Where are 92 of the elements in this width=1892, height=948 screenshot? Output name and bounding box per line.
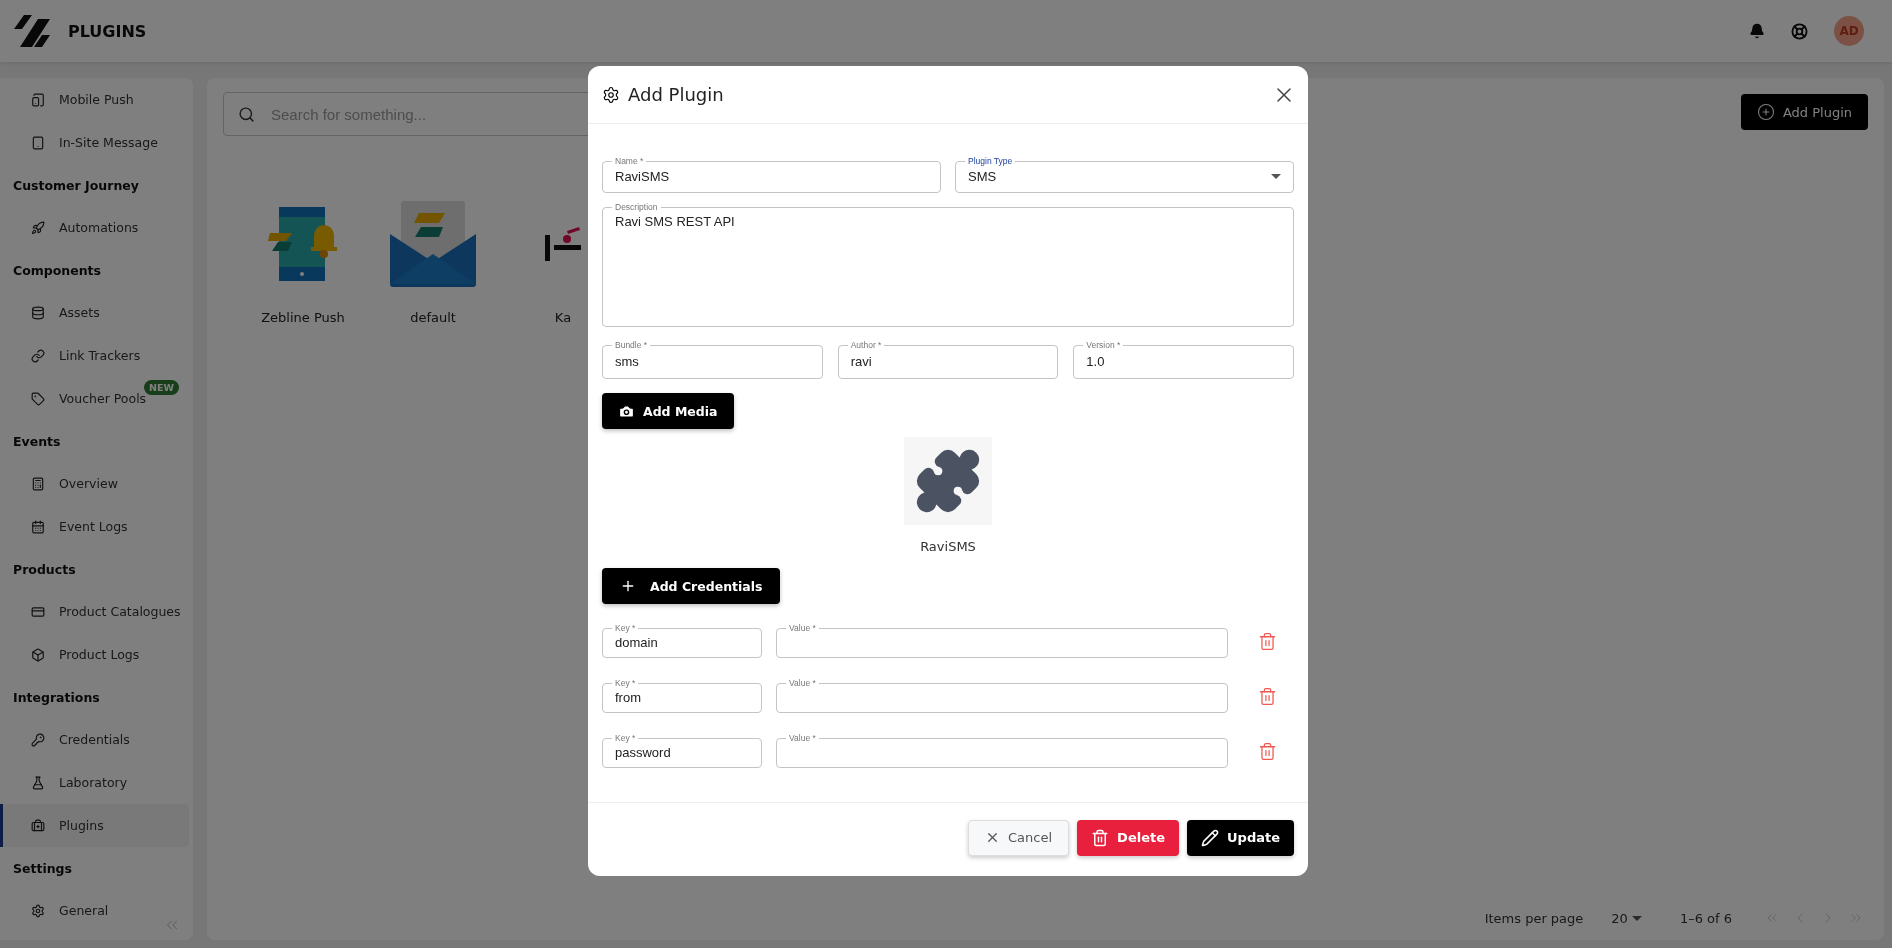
sidebar-item[interactable]: Overview [0, 462, 189, 505]
dropdown-caret-icon [1271, 173, 1281, 179]
sidebar-item[interactable]: Mobile Push [0, 78, 189, 121]
input-field[interactable]: Bundle * sms [602, 341, 823, 379]
sidebar-item[interactable]: Product Catalogues [0, 590, 189, 633]
card-icon [31, 604, 45, 619]
tablet-icon [31, 135, 45, 150]
sidebar-item[interactable]: Link Trackers [0, 334, 189, 377]
sidebar-item[interactable]: Laboratory [0, 761, 189, 804]
key-field[interactable]: Key * password [602, 734, 762, 768]
value-field[interactable]: Value * [776, 734, 1228, 768]
sidebar-item-label: In-Site Message [59, 135, 158, 150]
phone-tablet-icon [31, 92, 45, 107]
plus-icon [620, 578, 636, 594]
page-title: PLUGINS [68, 21, 147, 41]
sidebar-item[interactable]: Plugins [0, 804, 189, 847]
sidebar-item[interactable]: Product Logs [0, 633, 189, 676]
plugin-name: default [410, 310, 456, 325]
settings-icon [602, 85, 620, 104]
sidebar-item[interactable]: Credentials [0, 718, 189, 761]
link-icon [31, 348, 45, 363]
select-field[interactable]: Plugin Type SMS [955, 157, 1294, 193]
add-credentials-button[interactable]: Add Credentials [602, 568, 781, 604]
sidebar-item-label: Product Logs [59, 647, 140, 662]
camera-icon [618, 402, 635, 420]
delete-credential-button[interactable] [1258, 741, 1277, 761]
plugin-name: Zebline Push [261, 310, 345, 325]
value-field[interactable]: Value * [776, 679, 1228, 713]
trash-icon [1091, 828, 1110, 847]
search-icon [238, 105, 255, 123]
sidebar-item-label: Event Logs [59, 519, 128, 534]
section-heading: Settings [12, 860, 73, 878]
sidebar-item-label: Credentials [59, 732, 130, 747]
section-heading: Customer Journey [12, 177, 140, 195]
add-media-button[interactable]: Add Media [602, 393, 734, 429]
medical-bag-icon [31, 818, 45, 833]
sidebar-item[interactable]: General [0, 889, 189, 932]
page-size-select[interactable]: 20 [1611, 910, 1628, 926]
sidebar-item-label: Assets [59, 305, 100, 320]
key-field[interactable]: Key * from [602, 679, 762, 713]
sidebar-item-label: Overview [59, 476, 118, 491]
items-per-page-label: Items per page [1484, 910, 1584, 926]
delete-credential-button[interactable] [1258, 631, 1277, 651]
sidebar-item[interactable]: Assets [0, 291, 189, 334]
dropdown-caret-icon [1631, 915, 1642, 921]
sidebar-item[interactable]: Automations [0, 206, 189, 249]
value-field[interactable]: Value * [776, 624, 1228, 658]
sidebar-item[interactable]: Event Logs [0, 505, 189, 548]
logo-icon [14, 13, 52, 49]
text-area[interactable]: Description Ravi SMS REST API [602, 203, 1294, 327]
section-heading: Components [12, 262, 102, 280]
sidebar-item-label: Mobile Push [59, 92, 134, 107]
plus-circle-icon [1756, 103, 1775, 121]
puzzle-icon [914, 447, 982, 515]
page-range: 1–6 of 6 [1679, 910, 1732, 926]
calculator-icon [31, 476, 45, 491]
new-badge: NEW [144, 380, 179, 395]
sidebar-item[interactable]: In-Site Message [0, 121, 189, 164]
delete-button[interactable]: Delete [1077, 819, 1179, 856]
sidebar-item-label: Laboratory [59, 775, 128, 790]
key-field[interactable]: Key * domain [602, 624, 762, 658]
section-heading: Integrations [12, 689, 101, 707]
calendar-icon [31, 519, 45, 534]
input-field[interactable]: Author * ravi [837, 341, 1059, 379]
rocket-icon [31, 220, 45, 235]
update-button[interactable]: Update [1187, 819, 1294, 856]
delete-credential-button[interactable] [1258, 686, 1277, 706]
cube-icon [31, 647, 45, 662]
pencil-icon [1201, 828, 1219, 847]
add-plugin-button[interactable]: Add Plugin [1740, 94, 1868, 130]
plugin-name: Ka [554, 310, 572, 325]
bell-icon[interactable] [1749, 23, 1765, 39]
database-icon [31, 305, 45, 320]
lifebuoy-icon[interactable] [1791, 22, 1808, 40]
sidebar-item-label: Link Trackers [59, 348, 141, 363]
cancel-button[interactable]: Cancel [968, 819, 1070, 856]
settings-icon [31, 903, 45, 918]
tag-icon [31, 391, 45, 406]
sidebar-item[interactable]: Voucher Pools NEW [0, 377, 189, 420]
input-field[interactable]: Name * RaviSMS [602, 157, 941, 193]
sidebar-item-label: Automations [59, 220, 139, 235]
input-field[interactable]: Version * 1.0 [1073, 341, 1294, 379]
sidebar-item-label: Product Catalogues [59, 604, 181, 619]
media-caption: RaviSMS [920, 539, 976, 554]
flask-icon [31, 775, 45, 790]
key-icon [31, 732, 45, 747]
sidebar-item-label: General [59, 903, 109, 918]
section-heading: Events [12, 433, 62, 451]
logo-drawing [545, 227, 581, 261]
section-heading: Products [12, 561, 77, 579]
sidebar-item-label: Plugins [59, 818, 104, 833]
sidebar-item-label: Voucher Pools [59, 391, 147, 406]
